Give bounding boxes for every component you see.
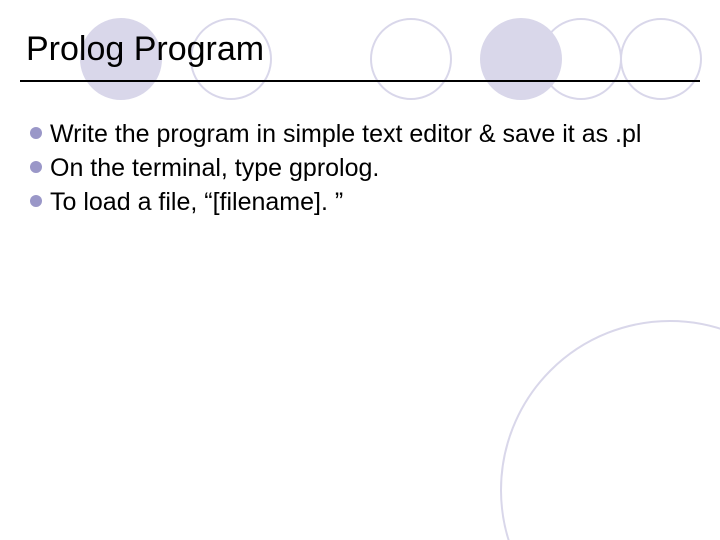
- title-underline: [20, 80, 700, 82]
- list-item: On the terminal, type gprolog.: [30, 152, 670, 184]
- bullet-icon: [30, 195, 42, 207]
- list-item-text: To load a file, “[filename]. ”: [50, 186, 343, 218]
- circle-decoration: [540, 18, 622, 100]
- bullet-list: Write the program in simple text editor …: [30, 118, 670, 220]
- circle-decoration: [480, 18, 562, 100]
- bullet-icon: [30, 161, 42, 173]
- list-item: To load a file, “[filename]. ”: [30, 186, 670, 218]
- circle-decoration: [620, 18, 702, 100]
- list-item-text: Write the program in simple text editor …: [50, 118, 641, 150]
- list-item: Write the program in simple text editor …: [30, 118, 670, 150]
- background-circle: [500, 320, 720, 540]
- bullet-icon: [30, 127, 42, 139]
- slide-title: Prolog Program: [26, 30, 264, 69]
- circle-decoration: [370, 18, 452, 100]
- list-item-text: On the terminal, type gprolog.: [50, 152, 379, 184]
